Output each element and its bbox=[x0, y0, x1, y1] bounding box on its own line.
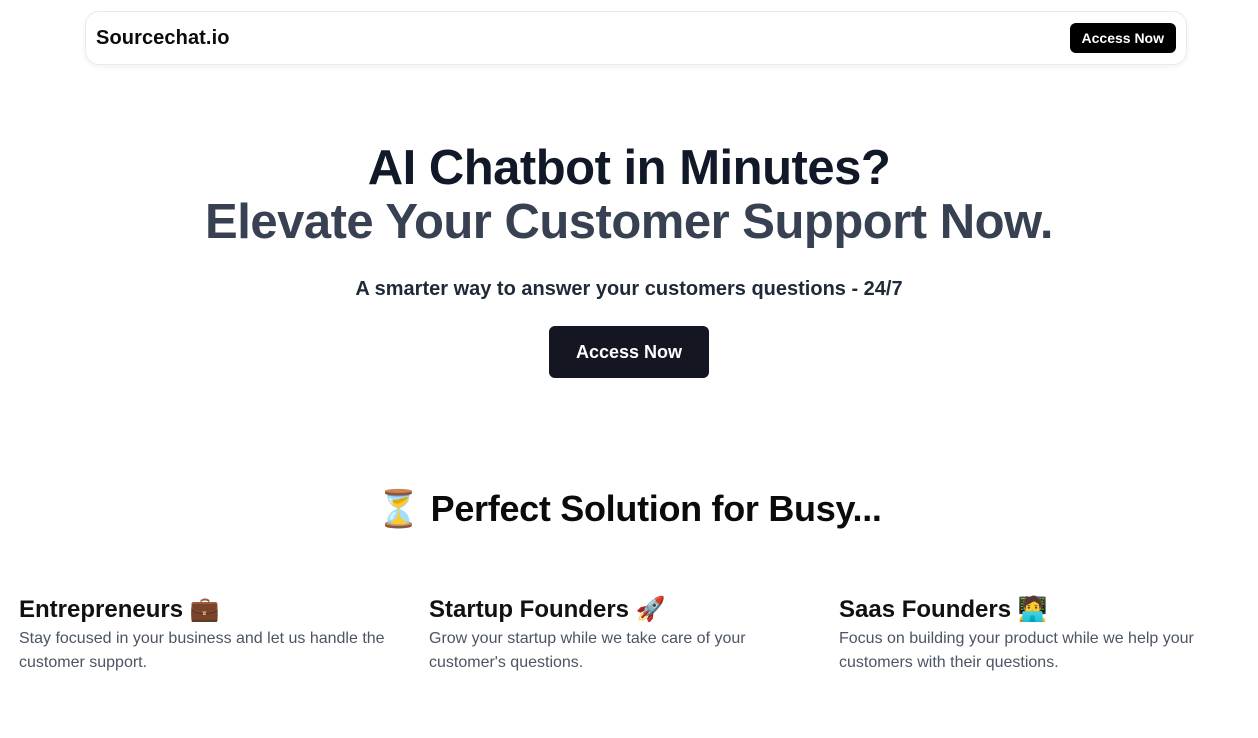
hero-heading: AI Chatbot in Minutes? Elevate Your Cust… bbox=[0, 140, 1258, 248]
landing-page: Sourcechat.io Access Now AI Chatbot in M… bbox=[0, 0, 1258, 738]
feature-item-saas-founders: Saas Founders 🧑‍💻 Focus on building your… bbox=[839, 595, 1249, 675]
section-title: ⏳ Perfect Solution for Busy... bbox=[376, 488, 882, 529]
hero-section: AI Chatbot in Minutes? Elevate Your Cust… bbox=[0, 140, 1258, 378]
feature-title: Entrepreneurs 💼 bbox=[19, 596, 220, 623]
feature-title: Saas Founders 🧑‍💻 bbox=[839, 596, 1048, 623]
feature-description: Stay focused in your business and let us… bbox=[19, 630, 385, 671]
feature-title: Startup Founders 🚀 bbox=[429, 596, 666, 623]
hero-heading-line2: Elevate Your Customer Support Now. bbox=[205, 195, 1053, 249]
nav-access-now-button[interactable]: Access Now bbox=[1069, 23, 1176, 53]
feature-list: Entrepreneurs 💼 Stay focused in your bus… bbox=[19, 595, 1249, 675]
brand-logo[interactable]: Sourcechat.io bbox=[96, 27, 230, 50]
top-navbar: Sourcechat.io Access Now bbox=[85, 11, 1187, 65]
hero-subtitle: A smarter way to answer your customers q… bbox=[355, 278, 903, 300]
feature-item-startup-founders: Startup Founders 🚀 Grow your startup whi… bbox=[429, 595, 839, 675]
hero-heading-line1: AI Chatbot in Minutes? bbox=[367, 141, 891, 195]
feature-item-entrepreneurs: Entrepreneurs 💼 Stay focused in your bus… bbox=[19, 595, 429, 675]
feature-description: Focus on building your product while we … bbox=[839, 630, 1194, 671]
hero-access-now-button[interactable]: Access Now bbox=[549, 326, 709, 378]
feature-description: Grow your startup while we take care of … bbox=[429, 630, 746, 671]
